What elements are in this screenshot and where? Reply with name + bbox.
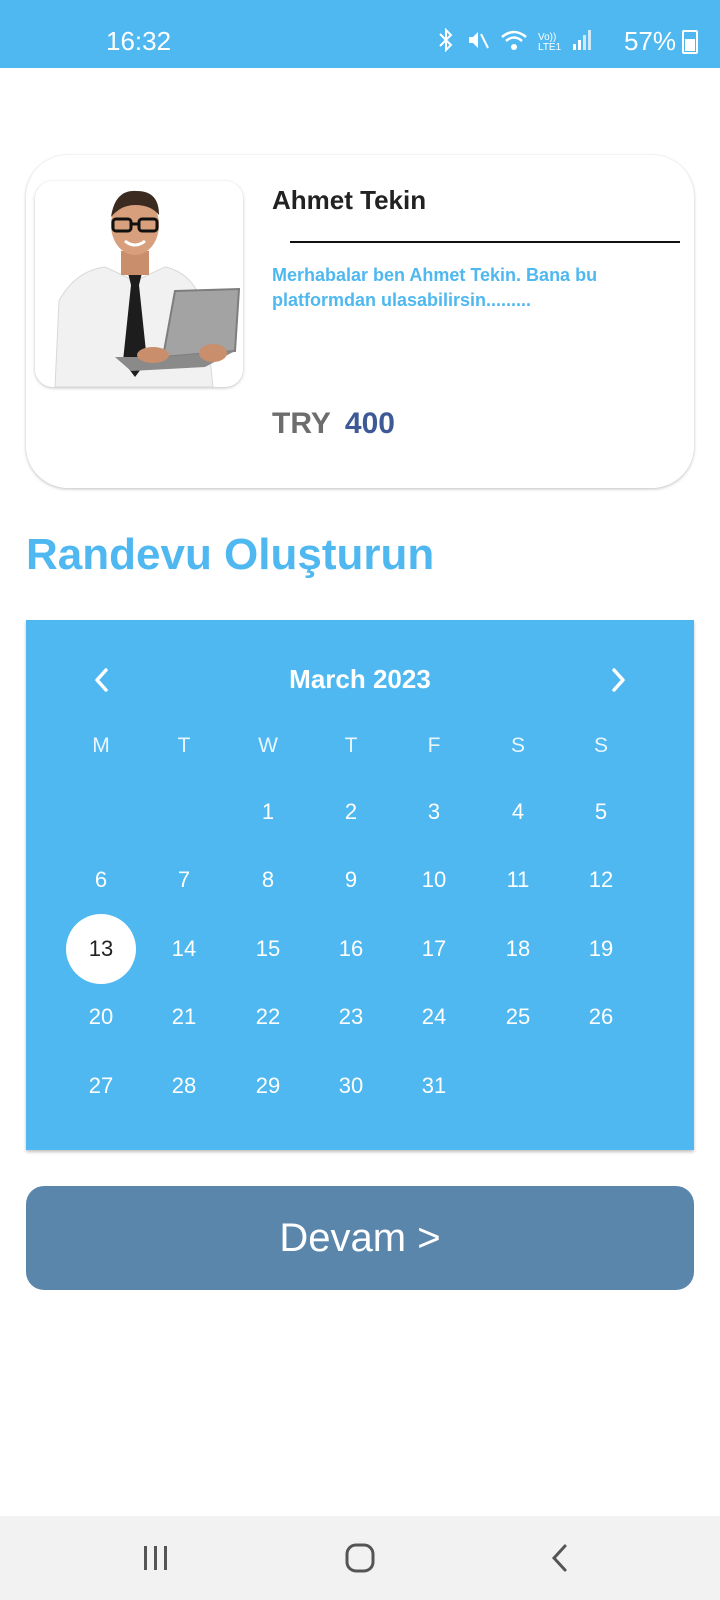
weekday-label: S: [593, 734, 608, 757]
section-title: Randevu Oluşturun: [26, 530, 435, 579]
calendar-day[interactable]: 24: [399, 982, 469, 1052]
calendar-day[interactable]: 23: [316, 982, 386, 1052]
calendar-day[interactable]: 31: [399, 1051, 469, 1121]
calendar-day[interactable]: 1: [233, 777, 303, 847]
weekday-label: M: [92, 734, 110, 757]
calendar-day[interactable]: 27: [66, 1051, 136, 1121]
weekday-label: T: [344, 734, 358, 757]
calendar-day[interactable]: 3: [399, 777, 469, 847]
calendar-day[interactable]: 15: [233, 914, 303, 984]
navigation-bar: [0, 1516, 720, 1600]
bluetooth-icon: [436, 27, 456, 58]
signal-icon: [572, 29, 592, 57]
calendar-day[interactable]: 5: [566, 777, 636, 847]
calendar-day[interactable]: 22: [233, 982, 303, 1052]
weekday-label: W: [258, 734, 278, 757]
status-icons: Vo)) LTE1: [436, 27, 592, 58]
calendar-day-selected[interactable]: 13: [66, 914, 136, 984]
recent-apps-icon[interactable]: [126, 1534, 186, 1582]
calendar-day[interactable]: 29: [233, 1051, 303, 1121]
network-type: Vo)) LTE1: [538, 32, 562, 53]
continue-button[interactable]: Devam >: [26, 1186, 694, 1290]
calendar-day[interactable]: 12: [566, 845, 636, 915]
wifi-icon: [500, 28, 528, 58]
calendar-day[interactable]: 9: [316, 845, 386, 915]
battery-icon: [682, 29, 698, 54]
chevron-right-icon[interactable]: [598, 660, 638, 700]
calendar-day[interactable]: 8: [233, 845, 303, 915]
calendar-day[interactable]: 6: [66, 845, 136, 915]
calendar-day[interactable]: 19: [566, 914, 636, 984]
calendar-day[interactable]: 7: [149, 845, 219, 915]
profile-name: Ahmet Tekin: [272, 185, 427, 215]
price-currency: TRY: [272, 407, 331, 440]
calendar-day[interactable]: 11: [483, 845, 553, 915]
status-bar: 16:32 Vo)) LTE1 57%: [0, 0, 720, 68]
calendar-day[interactable]: 18: [483, 914, 553, 984]
calendar-day[interactable]: 2: [316, 777, 386, 847]
price: TRY 400: [272, 407, 395, 441]
back-icon[interactable]: [530, 1534, 590, 1582]
battery-indicator: 57%: [624, 26, 698, 57]
calendar-day[interactable]: 30: [316, 1051, 386, 1121]
profile-bio: Merhabalar ben Ahmet Tekin. Bana bu plat…: [272, 265, 598, 310]
mute-icon: [466, 28, 490, 58]
status-time: 16:32: [106, 26, 172, 56]
calendar-day[interactable]: 26: [566, 982, 636, 1052]
home-icon[interactable]: [330, 1534, 390, 1582]
calendar-day[interactable]: 4: [483, 777, 553, 847]
calendar-day[interactable]: 17: [399, 914, 469, 984]
calendar-month: March 2023: [289, 664, 431, 694]
calendar-day[interactable]: 20: [66, 982, 136, 1052]
weekday-label: S: [510, 734, 525, 757]
calendar-day[interactable]: 16: [316, 914, 386, 984]
weekday-label: F: [427, 734, 441, 757]
calendar-day[interactable]: 21: [149, 982, 219, 1052]
calendar: March 2023 M T W T F S S 1 2 3 4 5 6 7 8 9 10 11 12 13 14 15 1…: [26, 620, 694, 1150]
battery-percent: 57%: [623, 26, 676, 56]
calendar-day[interactable]: 28: [149, 1051, 219, 1121]
price-value: 400: [344, 407, 395, 440]
calendar-day[interactable]: 25: [483, 982, 553, 1052]
weekday-label: T: [177, 734, 191, 757]
profile-card[interactable]: Ahmet Tekin Merhabalar ben Ahmet Tekin. …: [26, 155, 694, 488]
divider: [290, 241, 680, 243]
avatar: [35, 181, 243, 387]
calendar-day[interactable]: 10: [399, 845, 469, 915]
calendar-day[interactable]: 14: [149, 914, 219, 984]
